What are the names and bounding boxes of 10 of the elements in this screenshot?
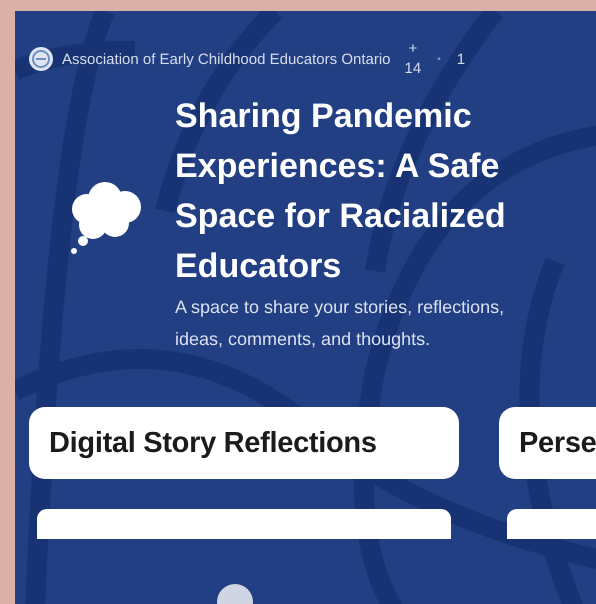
plus-sign: +: [408, 39, 418, 59]
column-title[interactable]: Digital Story Reflections: [29, 407, 459, 479]
organization-name[interactable]: Association of Early Childhood Educators Ontario: [62, 50, 391, 68]
logo-icon: [28, 46, 54, 72]
board-description: A space to share your stories, reflections, ideas, comments, and thoughts.: [175, 296, 506, 351]
board-title: Sharing Pandemic Experiences: A Safe Space for Racialized Educators: [175, 96, 507, 287]
separator-dot: •: [437, 54, 441, 64]
timestamp: 1: [456, 50, 466, 68]
member-count[interactable]: 14: [404, 59, 422, 79]
column-title[interactable]: Perse: [499, 407, 596, 479]
